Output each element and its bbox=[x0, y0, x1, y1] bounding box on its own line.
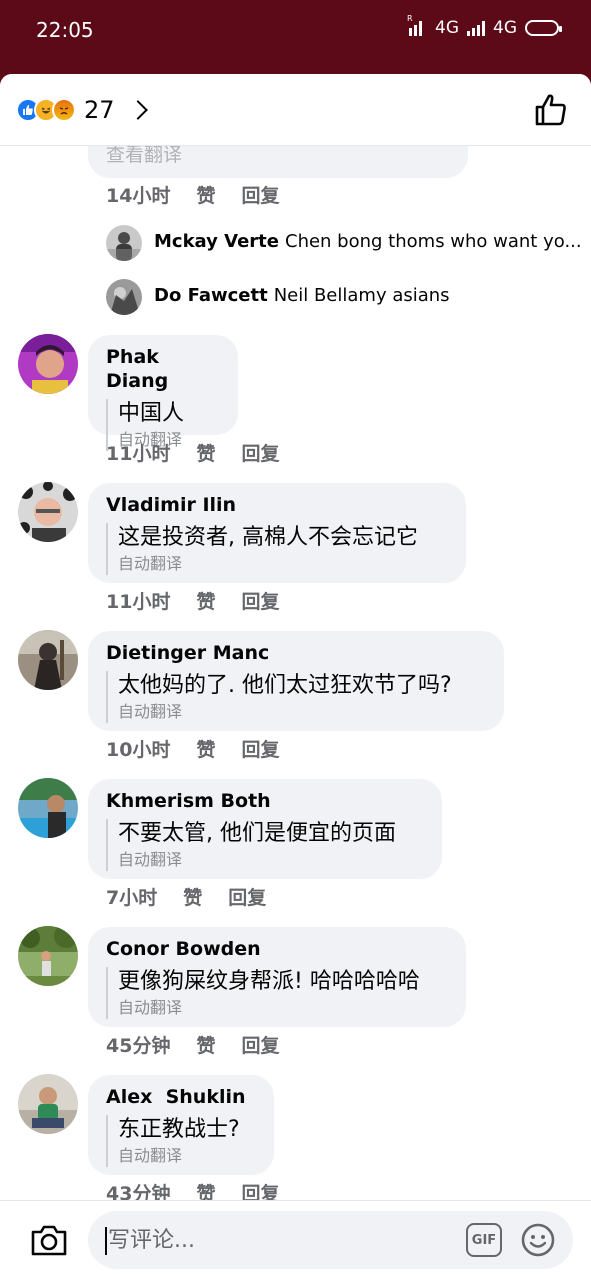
like-action[interactable]: 赞 bbox=[183, 883, 202, 910]
avatar[interactable] bbox=[18, 926, 78, 986]
network-label-2: 4G bbox=[493, 18, 517, 38]
auto-translated-label: 自动翻译 bbox=[118, 1146, 183, 1165]
comments-list[interactable]: 查看翻译 14小时 赞 回复 Mckay Verte Chen bong thom… bbox=[0, 74, 591, 1200]
comment-actions: 45分钟 赞 回复 bbox=[106, 1031, 305, 1058]
reply-action[interactable]: 回复 bbox=[241, 1031, 279, 1058]
translated-body: 太他妈的了. 他们太过狂欢节了吗? 自动翻译 bbox=[106, 671, 488, 723]
comment-bubble[interactable]: Khmerism Both 不要太管, 他们是便宜的页面 自动翻译 bbox=[88, 779, 442, 879]
like-action[interactable]: 赞 bbox=[196, 587, 215, 614]
reactions-summary[interactable]: 27 bbox=[16, 96, 148, 124]
comment-text: 这是投资者, 高棉人不会忘记它 bbox=[118, 525, 418, 550]
comment-text: 不要太管, 他们是便宜的页面 bbox=[118, 821, 396, 846]
translated-body: 不要太管, 他们是便宜的页面 自动翻译 bbox=[106, 819, 426, 871]
translated-body: 东正教战士? 自动翻译 bbox=[106, 1115, 258, 1167]
like-action[interactable]: 赞 bbox=[196, 1179, 215, 1200]
comment-time: 7小时 bbox=[106, 887, 158, 909]
camera-button[interactable] bbox=[30, 1223, 68, 1257]
reply-text: Chen bong thoms who want yo... bbox=[285, 231, 582, 252]
avatar[interactable] bbox=[18, 1074, 78, 1134]
comment-time: 11小时 bbox=[106, 591, 171, 613]
status-icons: R 4G 4G bbox=[407, 14, 562, 38]
reply-action[interactable]: 回复 bbox=[241, 181, 279, 208]
comment-actions: 11小时 赞 回复 bbox=[106, 587, 305, 614]
status-time: 22:05 bbox=[36, 18, 94, 42]
avatar[interactable] bbox=[18, 778, 78, 838]
comment-time: 10小时 bbox=[106, 739, 171, 761]
comment-actions: 14小时 赞 回复 bbox=[106, 181, 305, 208]
angry-reaction-icon bbox=[52, 98, 76, 122]
comment-bubble[interactable]: Alex Shuklin 东正教战士? 自动翻译 bbox=[88, 1075, 274, 1175]
like-action[interactable]: 赞 bbox=[196, 735, 215, 762]
auto-translated-label: 自动翻译 bbox=[118, 554, 183, 573]
network-label-1: 4G bbox=[435, 18, 459, 38]
like-action[interactable]: 赞 bbox=[196, 181, 215, 208]
comment-time: 43分钟 bbox=[106, 1183, 171, 1200]
reply-action[interactable]: 回复 bbox=[241, 439, 279, 466]
comment-author[interactable]: Dietinger Manc bbox=[106, 641, 488, 665]
reactions-header: 27 bbox=[0, 74, 591, 146]
comment-actions: 43分钟 赞 回复 bbox=[106, 1179, 305, 1200]
reaction-count[interactable]: 27 bbox=[84, 96, 115, 124]
comment-author[interactable]: Phak Diang bbox=[106, 345, 222, 393]
translated-body: 这是投资者, 高棉人不会忘记它 自动翻译 bbox=[106, 523, 450, 575]
battery-icon bbox=[525, 20, 562, 36]
chevron-right-icon[interactable] bbox=[127, 100, 148, 120]
comment-actions: 11小时 赞 回复 bbox=[106, 439, 305, 466]
thumbs-up-icon bbox=[535, 94, 566, 126]
gif-button[interactable]: GIF bbox=[466, 1223, 502, 1257]
signal-icon-2 bbox=[467, 20, 485, 36]
reply-item[interactable]: Do Fawcett Neil Bellamy asians bbox=[154, 285, 450, 306]
comment-actions: 10小时 赞 回复 bbox=[106, 735, 305, 762]
comment-text: 太他妈的了. 他们太过狂欢节了吗? bbox=[118, 673, 452, 698]
avatar[interactable] bbox=[18, 334, 78, 394]
comment-bubble[interactable]: Phak Diang 中国人 自动翻译 bbox=[88, 335, 238, 451]
comment-actions: 7小时 赞 回复 bbox=[106, 883, 292, 910]
reply-action[interactable]: 回复 bbox=[228, 883, 266, 910]
reply-item[interactable]: Mckay Verte Chen bong thoms who want yo..… bbox=[154, 231, 582, 252]
auto-translated-label: 自动翻译 bbox=[118, 850, 183, 869]
avatar[interactable] bbox=[18, 630, 78, 690]
signal-icon: R bbox=[407, 14, 427, 36]
like-action[interactable]: 赞 bbox=[196, 1031, 215, 1058]
like-action[interactable]: 赞 bbox=[196, 439, 215, 466]
comment-composer: GIF bbox=[0, 1200, 591, 1280]
see-translation-link[interactable]: 查看翻译 bbox=[106, 144, 452, 166]
comment-bubble[interactable]: Dietinger Manc 太他妈的了. 他们太过狂欢节了吗? 自动翻译 bbox=[88, 631, 504, 731]
comment-input[interactable] bbox=[108, 1219, 448, 1261]
emoji-button[interactable] bbox=[520, 1222, 556, 1258]
comment-time: 14小时 bbox=[106, 185, 171, 207]
text-cursor bbox=[105, 1227, 107, 1255]
comment-author[interactable]: Conor Bowden bbox=[106, 937, 450, 961]
avatar[interactable] bbox=[106, 225, 142, 261]
status-bar: 22:05 R 4G 4G bbox=[0, 0, 591, 62]
comment-time: 45分钟 bbox=[106, 1035, 171, 1057]
auto-translated-label: 自动翻译 bbox=[118, 702, 183, 721]
reply-text: Neil Bellamy asians bbox=[273, 285, 450, 306]
like-post-button[interactable] bbox=[533, 92, 569, 128]
smiley-icon bbox=[521, 1223, 555, 1257]
comment-author[interactable]: Vladimir Ilin bbox=[106, 493, 450, 517]
reply-action[interactable]: 回复 bbox=[241, 735, 279, 762]
comment-input-wrapper[interactable]: GIF bbox=[88, 1211, 573, 1269]
auto-translated-label: 自动翻译 bbox=[118, 998, 183, 1017]
reply-action[interactable]: 回复 bbox=[241, 587, 279, 614]
comment-text: 更像狗屎纹身帮派! 哈哈哈哈哈 bbox=[118, 969, 420, 994]
comment-text: 中国人 bbox=[118, 401, 185, 426]
reply-action[interactable]: 回复 bbox=[241, 1179, 279, 1200]
comment-bubble[interactable]: Conor Bowden 更像狗屎纹身帮派! 哈哈哈哈哈 自动翻译 bbox=[88, 927, 466, 1027]
avatar[interactable] bbox=[106, 279, 142, 315]
comment-text: 东正教战士? bbox=[118, 1117, 240, 1142]
comment-author[interactable]: Khmerism Both bbox=[106, 789, 426, 813]
comments-sheet: 查看翻译 14小时 赞 回复 Mckay Verte Chen bong thom… bbox=[0, 74, 591, 1280]
comment-time: 11小时 bbox=[106, 443, 171, 465]
camera-icon bbox=[31, 1225, 67, 1256]
comment-author[interactable]: Alex Shuklin bbox=[106, 1085, 258, 1109]
translated-body: 更像狗屎纹身帮派! 哈哈哈哈哈 自动翻译 bbox=[106, 967, 450, 1019]
reply-author[interactable]: Mckay Verte bbox=[154, 231, 279, 252]
avatar[interactable] bbox=[18, 482, 78, 542]
comment-bubble[interactable]: Vladimir Ilin 这是投资者, 高棉人不会忘记它 自动翻译 bbox=[88, 483, 466, 583]
reply-author[interactable]: Do Fawcett bbox=[154, 285, 268, 306]
